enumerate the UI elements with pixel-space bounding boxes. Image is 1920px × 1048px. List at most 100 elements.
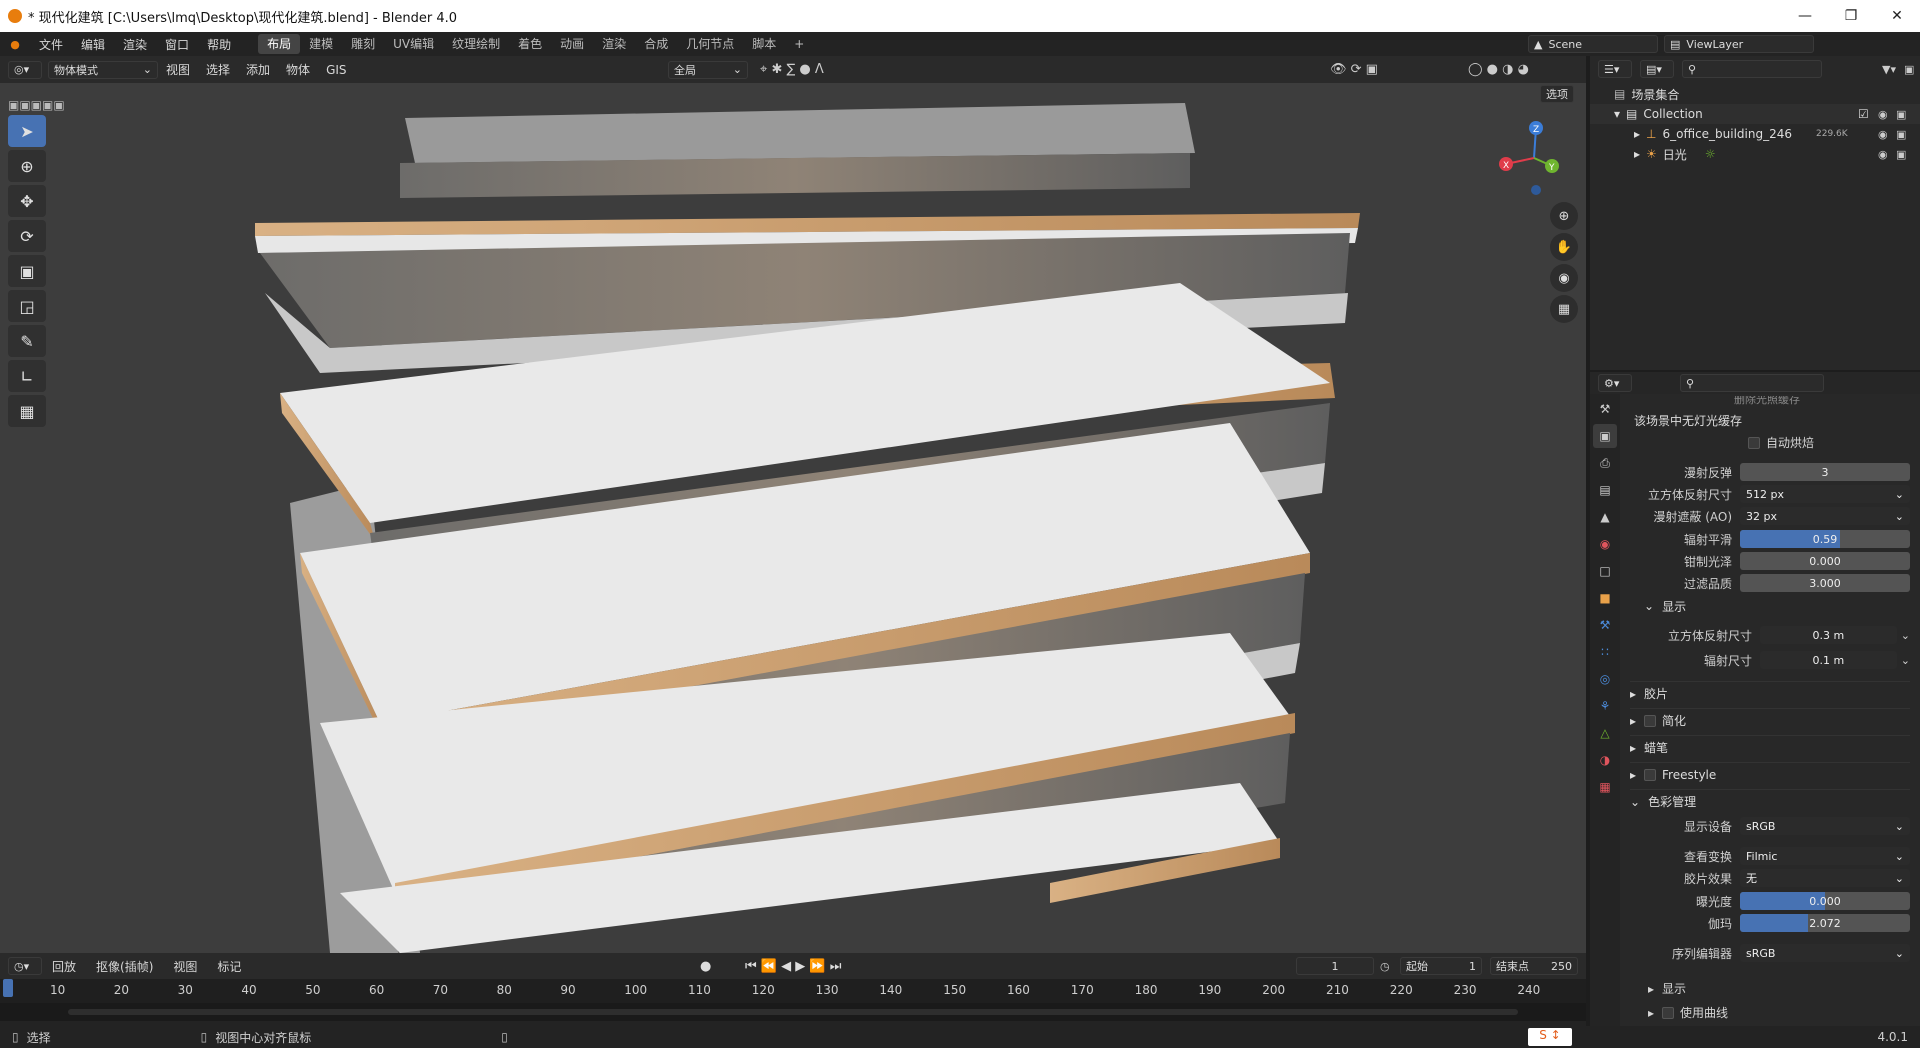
cm-display-subsection[interactable]: ▸ 显示 bbox=[1648, 980, 1686, 997]
close-icon[interactable]: ✕ bbox=[1874, 0, 1920, 32]
grease-pencil-section-header[interactable]: ▸ 蜡笔 bbox=[1630, 735, 1910, 759]
data-tab-icon[interactable]: △ bbox=[1593, 721, 1617, 745]
view-layer-tab-icon[interactable]: ▤ bbox=[1593, 478, 1617, 502]
workspace-tab-compositing[interactable]: 合成 bbox=[635, 34, 677, 54]
scene-tab-icon[interactable]: ▲ bbox=[1593, 505, 1617, 529]
filter-quality-field[interactable]: 3.000 bbox=[1740, 574, 1910, 592]
collection-row[interactable]: ▾ ▤ Collection ☑ ◉ ▣ bbox=[1590, 104, 1920, 124]
eye-icon[interactable]: ◉ bbox=[1878, 108, 1888, 121]
display-cubemap-size-field[interactable]: 0.3 m bbox=[1760, 626, 1897, 644]
world-tab-icon[interactable]: ◉ bbox=[1593, 532, 1617, 556]
object-tab-icon[interactable]: ■ bbox=[1593, 586, 1617, 610]
menu-view[interactable]: 视图 bbox=[158, 61, 198, 78]
tool-tab-icon[interactable]: ⚒ bbox=[1593, 397, 1617, 421]
timeline-scrollbar[interactable] bbox=[68, 1009, 1518, 1015]
start-frame-field[interactable]: 起始 1 bbox=[1400, 957, 1482, 975]
workspace-tab-shading[interactable]: 着色 bbox=[509, 34, 551, 54]
outliner-editor-type-icon[interactable]: ☰▾ bbox=[1598, 60, 1632, 78]
timeline-editor-type-icon[interactable]: ◷▾ bbox=[8, 957, 42, 975]
object-row-building[interactable]: ▸ ⊥ 6_office_building_246 229.6K ◉ ▣ bbox=[1590, 124, 1920, 144]
new-collection-icon[interactable]: ▣ bbox=[1904, 63, 1914, 76]
menu-marker[interactable]: 标记 bbox=[207, 958, 251, 975]
restore-icon[interactable]: ❐ bbox=[1828, 0, 1874, 32]
ime-icon[interactable]: S ↕ bbox=[1528, 1028, 1572, 1046]
record-icon[interactable]: ● bbox=[700, 959, 711, 974]
shading-icon[interactable]: ◯ ● ◑ ◕ bbox=[1468, 62, 1529, 77]
move-tool-icon[interactable]: ✥ bbox=[8, 185, 46, 217]
minimize-icon[interactable]: — bbox=[1782, 0, 1828, 32]
expand-right-icon[interactable]: ▸ bbox=[1634, 147, 1640, 161]
checkbox-icon[interactable] bbox=[1644, 714, 1657, 727]
workspace-tab-sculpt[interactable]: 雕刻 bbox=[342, 34, 384, 54]
add-cube-tool-icon[interactable]: ▦ bbox=[8, 395, 46, 427]
menu-keying[interactable]: 抠像(插帧) bbox=[86, 958, 163, 975]
cursor-tool-icon[interactable]: ⊕ bbox=[8, 150, 46, 182]
overlay-icon[interactable]: 👁 ⟳ ▣ bbox=[1330, 62, 1378, 77]
output-tab-icon[interactable]: ⎙ bbox=[1593, 451, 1617, 475]
playback-controls-icon[interactable]: ⏮ ⏪ ◀ ▶ ⏩ ⏭ bbox=[745, 959, 841, 974]
menu-timeline-view[interactable]: 视图 bbox=[163, 958, 207, 975]
zoom-icon[interactable]: ⊕ bbox=[1550, 202, 1578, 230]
navigation-gizmo[interactable]: Z X Y bbox=[1498, 118, 1568, 198]
look-dropdown[interactable]: 无 ⌄ bbox=[1740, 869, 1910, 887]
mode-dropdown[interactable]: 物体模式 ⌄ bbox=[48, 60, 158, 79]
expand-down-icon[interactable]: ▾ bbox=[1614, 107, 1620, 121]
properties-search-input[interactable]: ⚲ bbox=[1680, 374, 1824, 392]
blender-menu-icon[interactable]: ● bbox=[0, 38, 30, 51]
checkbox-icon[interactable] bbox=[1662, 1006, 1675, 1019]
eye-icon[interactable]: ◉ bbox=[1878, 148, 1888, 161]
workspace-tab-modeling[interactable]: 建模 bbox=[300, 34, 342, 54]
select-box-icon[interactable]: ▣▣▣▣▣ bbox=[8, 98, 65, 112]
menu-gis[interactable]: GIS bbox=[318, 63, 354, 77]
measure-tool-icon[interactable]: ∟ bbox=[8, 360, 46, 392]
render-camera-icon[interactable]: ▣ bbox=[1896, 148, 1906, 161]
scale-tool-icon[interactable]: ▣ bbox=[8, 255, 46, 287]
end-frame-field[interactable]: 结束点 250 bbox=[1490, 957, 1578, 975]
menu-playback[interactable]: 回放 bbox=[42, 958, 86, 975]
camera-icon[interactable]: ◉ bbox=[1550, 264, 1578, 292]
use-curves-subsection[interactable]: ▸ 使用曲线 bbox=[1648, 1004, 1728, 1021]
grid-icon[interactable]: ▦ bbox=[1550, 295, 1578, 323]
timeline-track[interactable] bbox=[0, 1003, 1586, 1021]
checkbox-icon[interactable]: ☑ bbox=[1858, 107, 1869, 121]
irradiance-smoothing-slider[interactable]: 0.59 bbox=[1740, 530, 1910, 548]
eye-icon[interactable]: ◉ bbox=[1878, 128, 1888, 141]
3d-viewport[interactable]: ▣▣▣▣▣ 选项 bbox=[0, 83, 1586, 953]
checkbox-icon[interactable] bbox=[1644, 768, 1657, 781]
view-layer-selector[interactable]: ▤ ViewLayer bbox=[1664, 35, 1814, 53]
menu-add[interactable]: 添加 bbox=[238, 61, 278, 78]
annotate-tool-icon[interactable]: ✎ bbox=[8, 325, 46, 357]
diffuse-bounces-field[interactable]: 3 bbox=[1740, 463, 1910, 481]
checkbox-icon[interactable] bbox=[1748, 436, 1760, 449]
color-management-section-header[interactable]: ⌄ 色彩管理 bbox=[1630, 789, 1910, 813]
region-toggles[interactable]: ▣▣▣▣▣ bbox=[8, 98, 65, 112]
object-row-sun[interactable]: ▸ ☀ 日光 ☼ ◉ ▣ bbox=[1590, 144, 1920, 164]
chevron-down-icon[interactable]: ⌄ bbox=[1901, 654, 1910, 667]
texture-tab-icon[interactable]: ▦ bbox=[1593, 775, 1617, 799]
timeline-ruler[interactable]: 10 20 30 40 50 60 70 80 90 100 110 120 130 140 150 160 1… bbox=[0, 979, 1586, 1003]
add-workspace-button[interactable]: + bbox=[785, 34, 813, 54]
chevron-down-icon[interactable]: ⌄ bbox=[1901, 629, 1910, 642]
transform-orientation-dropdown[interactable]: 全局 ⌄ bbox=[668, 60, 748, 79]
axis-gizmo-icon[interactable]: Z X Y bbox=[1498, 118, 1568, 198]
workspace-tab-layout[interactable]: 布局 bbox=[258, 34, 301, 54]
workspace-tab-scripting[interactable]: 脚本 bbox=[743, 34, 785, 54]
workspace-tab-rendering[interactable]: 渲染 bbox=[593, 34, 635, 54]
material-tab-icon[interactable]: ◑ bbox=[1593, 748, 1617, 772]
workspace-tab-geometry-nodes[interactable]: 几何节点 bbox=[677, 34, 743, 54]
render-camera-icon[interactable]: ▣ bbox=[1896, 108, 1906, 121]
render-tab-icon[interactable]: ▣ bbox=[1593, 424, 1617, 448]
view-transform-dropdown[interactable]: Filmic ⌄ bbox=[1740, 847, 1910, 865]
pan-hand-icon[interactable]: ✋ bbox=[1550, 233, 1578, 261]
scene-collection-row[interactable]: ▤ 场景集合 bbox=[1590, 84, 1920, 104]
constraints-tab-icon[interactable]: ⚘ bbox=[1593, 694, 1617, 718]
gamma-slider[interactable]: 2.072 bbox=[1740, 914, 1910, 932]
menu-help[interactable]: 帮助 bbox=[198, 36, 240, 53]
menu-render[interactable]: 渲染 bbox=[114, 36, 156, 53]
bake-button-cut[interactable]: 删除光照缓存 bbox=[1632, 396, 1902, 406]
film-section-header[interactable]: ▸ 胶片 bbox=[1630, 681, 1910, 705]
display-irradiance-size-field[interactable]: 0.1 m bbox=[1760, 651, 1897, 669]
menu-edit[interactable]: 编辑 bbox=[72, 36, 114, 53]
transform-tool-icon[interactable]: ◲ bbox=[8, 290, 46, 322]
outliner-search-input[interactable]: ⚲ bbox=[1682, 60, 1822, 78]
